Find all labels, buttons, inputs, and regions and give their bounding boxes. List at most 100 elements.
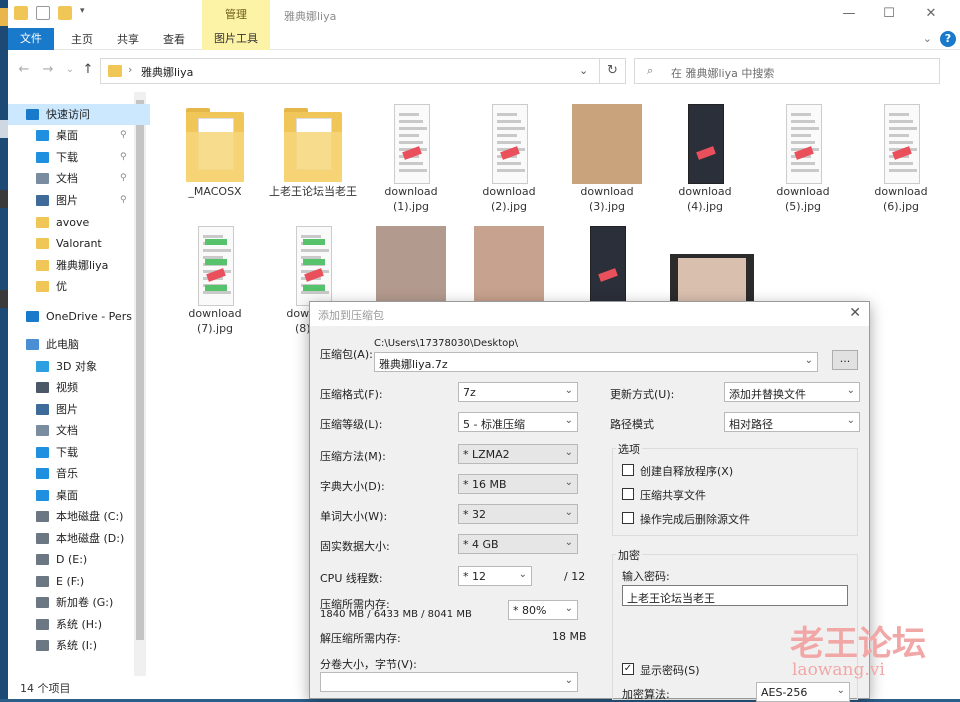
tab-home[interactable]: 主页 bbox=[64, 30, 100, 50]
browse-button[interactable]: ... bbox=[832, 350, 858, 370]
update-mode-select[interactable]: 添加并替换文件 ⌄ bbox=[724, 382, 860, 402]
chevron-down-icon[interactable]: ⌄ bbox=[579, 64, 588, 77]
file-item[interactable]: download (1).jpg bbox=[366, 98, 456, 216]
desktop-shortcut-icon[interactable] bbox=[0, 190, 8, 208]
option-checkbox[interactable] bbox=[622, 512, 634, 524]
setting-select[interactable]: * 32 ⌄ bbox=[458, 504, 578, 524]
sidebar-item[interactable]: 图片 bbox=[8, 399, 150, 420]
help-icon[interactable]: ? bbox=[940, 31, 956, 47]
sidebar-item[interactable]: 本地磁盘 (C:) bbox=[8, 506, 150, 527]
split-volume-select[interactable]: ⌄ bbox=[320, 672, 578, 692]
tab-picture-tools[interactable]: 图片工具 bbox=[202, 28, 270, 50]
sidebar-item[interactable]: 图片 ⚲ bbox=[8, 190, 150, 211]
minimize-icon[interactable]: — bbox=[834, 4, 864, 24]
file-item[interactable]: download (2).jpg bbox=[464, 98, 554, 216]
sidebar-item[interactable]: 新加卷 (G:) bbox=[8, 592, 150, 613]
maximize-icon[interactable]: ☐ bbox=[874, 4, 904, 24]
desktop-shortcut-icon[interactable] bbox=[0, 120, 8, 138]
sidebar-item[interactable]: avove bbox=[8, 212, 150, 233]
chevron-down-icon[interactable]: ⌄ bbox=[805, 355, 813, 366]
file-item[interactable]: download (7).jpg bbox=[170, 220, 260, 338]
sidebar-item[interactable]: 系统 (I:) bbox=[8, 635, 150, 656]
chevron-down-icon[interactable]: ⌄ bbox=[565, 507, 573, 518]
sidebar-item-label: Valorant bbox=[56, 237, 102, 250]
chevron-down-icon[interactable]: ⌄ bbox=[565, 603, 573, 614]
setting-select[interactable]: 7z ⌄ bbox=[458, 382, 578, 402]
refresh-icon[interactable]: ↻ bbox=[600, 58, 626, 84]
desktop-shortcut-icon[interactable] bbox=[0, 290, 8, 308]
ribbon-expand-icon[interactable]: ⌄ bbox=[923, 32, 932, 45]
sidebar-item[interactable]: 视频 bbox=[8, 377, 150, 398]
chevron-down-icon[interactable]: ⌄ bbox=[565, 447, 573, 458]
setting-label: 固实数据大小: bbox=[320, 540, 390, 553]
forward-icon[interactable]: → bbox=[40, 62, 56, 78]
desktop-folder-icon[interactable] bbox=[0, 8, 8, 26]
sidebar-item[interactable]: 快速访问 bbox=[8, 104, 150, 125]
password-field[interactable]: 上老王论坛当老王 bbox=[622, 585, 848, 606]
sidebar-item[interactable]: Valorant bbox=[8, 233, 150, 254]
chevron-down-icon[interactable]: ⌄ bbox=[847, 415, 855, 426]
archive-name-field[interactable]: 雅典娜liya.7z ⌄ bbox=[374, 352, 818, 372]
setting-select[interactable]: * LZMA2 ⌄ bbox=[458, 444, 578, 464]
sidebar-item[interactable]: 系统 (H:) bbox=[8, 614, 150, 635]
sidebar-item[interactable]: 下载 ⚲ bbox=[8, 147, 150, 168]
sidebar-item[interactable]: 雅典娜liya bbox=[8, 255, 150, 276]
file-item[interactable]: download (4).jpg bbox=[660, 98, 750, 216]
option-checkbox[interactable] bbox=[622, 464, 634, 476]
chevron-down-icon[interactable]: ⌄ bbox=[565, 385, 573, 396]
tab-file[interactable]: 文件 bbox=[8, 28, 54, 50]
sidebar-item[interactable]: 文档 ⚲ bbox=[8, 168, 150, 189]
back-icon[interactable]: ← bbox=[16, 62, 32, 78]
chevron-down-icon[interactable]: ⌄ bbox=[565, 477, 573, 488]
chevron-down-icon[interactable]: ⌄ bbox=[565, 415, 573, 426]
setting-select[interactable]: * 4 GB ⌄ bbox=[458, 534, 578, 554]
sidebar-item[interactable]: 下载 bbox=[8, 442, 150, 463]
chevron-down-icon[interactable]: ⌄ bbox=[565, 675, 573, 686]
properties-icon[interactable] bbox=[36, 6, 50, 20]
memory-select[interactable]: * 80% ⌄ bbox=[508, 600, 578, 620]
breadcrumb[interactable]: 雅典娜liya bbox=[141, 64, 193, 80]
folder-item[interactable]: 上老王论坛当老王 bbox=[268, 98, 358, 216]
chevron-down-icon[interactable]: ⌄ bbox=[565, 537, 573, 548]
folder-item[interactable]: _MACOSX bbox=[170, 98, 260, 216]
chevron-down-icon[interactable]: ⌄ bbox=[837, 685, 845, 696]
path-mode-select[interactable]: 相对路径 ⌄ bbox=[724, 412, 860, 432]
close-icon[interactable]: ✕ bbox=[916, 4, 946, 24]
sidebar-item[interactable]: 音乐 bbox=[8, 463, 150, 484]
cpu-threads-select[interactable]: * 12 ⌄ bbox=[458, 566, 532, 586]
file-item[interactable]: download (3).jpg bbox=[562, 98, 652, 216]
cipher-select[interactable]: AES-256 ⌄ bbox=[756, 682, 850, 702]
option-checkbox[interactable] bbox=[622, 488, 634, 500]
archive-name-value: 雅典娜liya.7z bbox=[379, 358, 448, 371]
sidebar-item[interactable]: 桌面 bbox=[8, 485, 150, 506]
setting-select[interactable]: * 16 MB ⌄ bbox=[458, 474, 578, 494]
up-icon[interactable]: ↑ bbox=[80, 62, 96, 78]
show-password-checkbox[interactable]: ✓ bbox=[622, 663, 634, 675]
sidebar-item-label: 快速访问 bbox=[46, 108, 90, 121]
sidebar-item[interactable]: 文档 bbox=[8, 420, 150, 441]
search-input[interactable]: ⌕ 在 雅典娜liya 中搜索 bbox=[634, 58, 940, 84]
address-bar[interactable]: › 雅典娜liya ⌄ bbox=[100, 58, 600, 84]
chevron-down-icon[interactable]: ⌄ bbox=[519, 569, 527, 580]
close-icon[interactable]: ✕ bbox=[849, 305, 861, 321]
sidebar-item-label: 桌面 bbox=[56, 489, 78, 502]
tab-share[interactable]: 共享 bbox=[110, 30, 146, 50]
recent-locations-icon[interactable]: ⌄ bbox=[62, 62, 78, 78]
file-item[interactable]: download (6).jpg bbox=[856, 98, 946, 216]
breadcrumb-separator-icon[interactable]: › bbox=[128, 63, 132, 76]
sidebar-item[interactable]: D (E:) bbox=[8, 549, 150, 570]
sidebar-item[interactable]: 此电脑 bbox=[8, 334, 150, 355]
new-folder-icon[interactable] bbox=[58, 6, 72, 20]
tab-view[interactable]: 查看 bbox=[156, 30, 192, 50]
file-name: download (4).jpg bbox=[678, 185, 732, 213]
sidebar-item[interactable]: E (F:) bbox=[8, 571, 150, 592]
sidebar-item[interactable]: 优 bbox=[8, 276, 150, 297]
setting-select[interactable]: 5 - 标准压缩 ⌄ bbox=[458, 412, 578, 432]
file-item[interactable]: download (5).jpg bbox=[758, 98, 848, 216]
sidebar-item[interactable]: 3D 对象 bbox=[8, 356, 150, 377]
sidebar-item[interactable]: 本地磁盘 (D:) bbox=[8, 528, 150, 549]
customize-toolbar-icon[interactable]: ▾ bbox=[80, 6, 90, 20]
chevron-down-icon[interactable]: ⌄ bbox=[847, 385, 855, 396]
sidebar-item[interactable]: OneDrive - Pers bbox=[8, 306, 150, 327]
sidebar-item[interactable]: 桌面 ⚲ bbox=[8, 125, 150, 146]
